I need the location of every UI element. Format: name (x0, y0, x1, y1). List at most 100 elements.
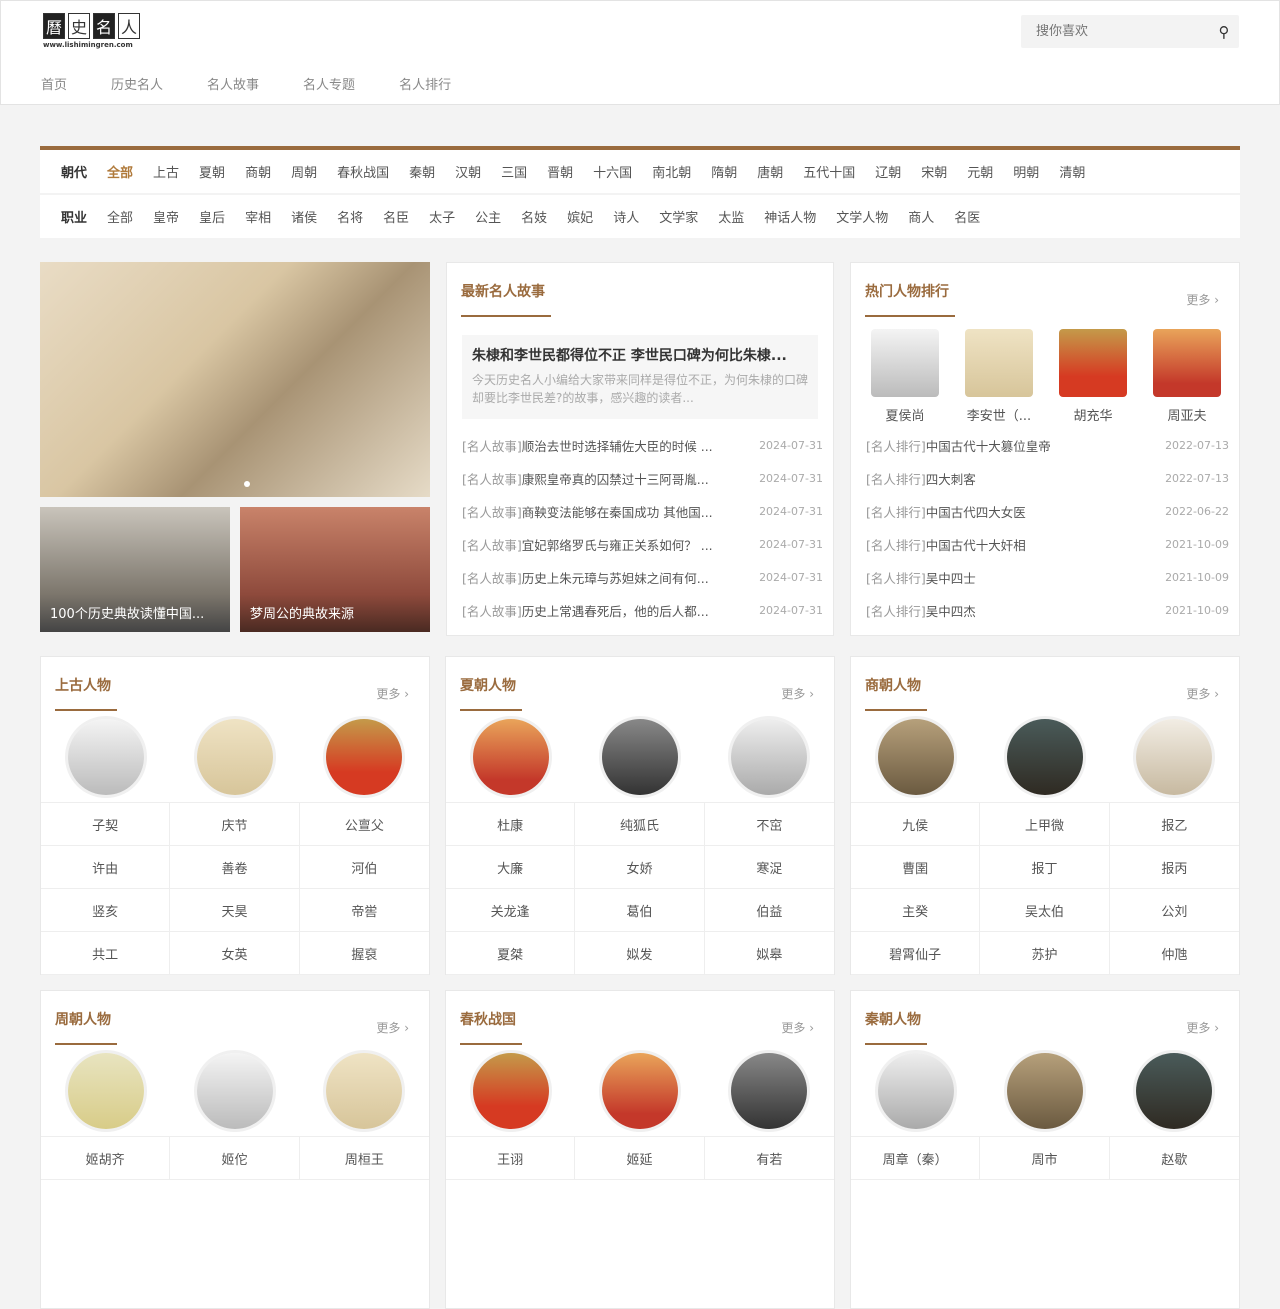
job-option[interactable]: 文学人物 (836, 207, 888, 226)
person-link[interactable]: 不窋 (704, 803, 834, 846)
item-title[interactable]: [名人故事]商鞅变法能够在秦国成功 其他国... (462, 502, 713, 521)
job-option[interactable]: 太监 (718, 207, 744, 226)
dynasty-option[interactable]: 三国 (501, 162, 527, 181)
item-text[interactable]: 吴中四士 (926, 571, 976, 586)
item-text[interactable]: 历史上常遇春死后，他的后人都... (522, 604, 709, 619)
list-item[interactable]: [名人故事]顺治去世时选择辅佐大臣的时候 ... 2024-07-31 (462, 429, 823, 462)
person-link[interactable]: 大廉 (446, 846, 576, 889)
item-title[interactable]: [名人故事]历史上常遇春死后，他的后人都... (462, 601, 709, 620)
item-text[interactable]: 中国古代四大女医 (926, 505, 1026, 520)
job-option[interactable]: 全部 (107, 207, 133, 226)
person-link[interactable]: 主癸 (851, 889, 981, 932)
item-text[interactable]: 中国古代十大奸相 (926, 538, 1026, 553)
dynasty-option[interactable]: 明朝 (1013, 162, 1039, 181)
item-text[interactable]: 四大刺客 (926, 472, 976, 487)
person-portrait[interactable] (965, 329, 1033, 397)
job-option[interactable]: 皇后 (199, 207, 225, 226)
ranking-person[interactable]: 夏侯尚 (871, 329, 939, 424)
job-option[interactable]: 商人 (908, 207, 934, 226)
dynasty-option[interactable]: 上古 (153, 162, 179, 181)
item-title[interactable]: [名人排行]吴中四士 (866, 568, 976, 587)
person-link[interactable]: 寒浞 (704, 846, 834, 889)
thumb-story[interactable]: 梦周公的典故来源 (240, 507, 430, 632)
dynasty-option[interactable]: 春秋战国 (337, 162, 389, 181)
search-input[interactable] (1021, 24, 1209, 39)
person-link[interactable]: 苏护 (980, 932, 1110, 975)
more-link[interactable]: 更多 › (781, 685, 814, 702)
item-title[interactable]: [名人排行]中国古代十大篡位皇帝 (866, 436, 1051, 455)
person-link[interactable]: 纯狐氏 (575, 803, 705, 846)
dynasty-option[interactable]: 秦朝 (409, 162, 435, 181)
list-item[interactable]: [名人排行]中国古代四大女医 2022-06-22 (866, 495, 1229, 528)
more-link[interactable]: 更多 › (1186, 291, 1219, 308)
dynasty-option[interactable]: 汉朝 (455, 162, 481, 181)
person-link[interactable]: 报丁 (980, 846, 1110, 889)
job-option[interactable]: 皇帝 (153, 207, 179, 226)
person-link[interactable]: 报丙 (1109, 846, 1239, 889)
job-option[interactable]: 名臣 (383, 207, 409, 226)
person-avatar[interactable] (877, 719, 954, 795)
featured-story[interactable]: 朱棣和李世民都得位不正 李世民口碑为何比朱棣... 今天历史名人小编给大家带来同… (462, 335, 818, 419)
person-link[interactable]: 仲虺 (1109, 932, 1239, 975)
list-item[interactable]: [名人排行]四大刺客 2022-07-13 (866, 462, 1229, 495)
person-link[interactable]: 姬胡齐 (41, 1137, 171, 1180)
nav-item[interactable]: 历史名人 (111, 74, 163, 93)
person-portrait[interactable] (871, 329, 939, 397)
item-text[interactable]: 宜妃郭络罗氏与雍正关系如何？ ... (522, 538, 713, 553)
person-link[interactable]: 子契 (41, 803, 171, 846)
person-avatar[interactable] (67, 1053, 144, 1129)
person-link[interactable]: 善卷 (170, 846, 300, 889)
item-text[interactable]: 历史上朱元璋与苏妲妹之间有何... (522, 571, 709, 586)
person-link[interactable]: 握裒 (299, 932, 429, 975)
more-link[interactable]: 更多 › (1186, 685, 1219, 702)
person-link[interactable]: 有若 (704, 1137, 834, 1180)
item-title[interactable]: [名人故事]康熙皇帝真的囚禁过十三阿哥胤... (462, 469, 709, 488)
dynasty-option[interactable]: 隋朝 (711, 162, 737, 181)
job-option[interactable]: 名医 (954, 207, 980, 226)
person-link[interactable]: 曹圉 (851, 846, 981, 889)
person-link[interactable]: 赵歇 (1109, 1137, 1239, 1180)
ranking-person[interactable]: 胡充华 (1059, 329, 1127, 424)
item-text[interactable]: 顺治去世时选择辅佐大臣的时候 ... (522, 439, 713, 454)
person-avatar[interactable] (67, 719, 144, 795)
person-link[interactable]: 九侯 (851, 803, 981, 846)
dynasty-option[interactable]: 商朝 (245, 162, 271, 181)
person-portrait[interactable] (1153, 329, 1221, 397)
dynasty-option[interactable]: 周朝 (291, 162, 317, 181)
person-link[interactable]: 姒皋 (704, 932, 834, 975)
person-link[interactable]: 报乙 (1109, 803, 1239, 846)
more-link[interactable]: 更多 › (781, 1019, 814, 1036)
job-option[interactable]: 嫔妃 (567, 207, 593, 226)
person-link[interactable]: 吴太伯 (980, 889, 1110, 932)
job-option[interactable]: 神话人物 (764, 207, 816, 226)
person-link[interactable]: 庆节 (170, 803, 300, 846)
list-item[interactable]: [名人故事]历史上常遇春死后，他的后人都... 2024-07-31 (462, 594, 823, 627)
person-link[interactable]: 周市 (980, 1137, 1110, 1180)
person-link[interactable]: 许由 (41, 846, 171, 889)
dynasty-option[interactable]: 全部 (107, 162, 133, 181)
dynasty-option[interactable]: 元朝 (967, 162, 993, 181)
person-link[interactable]: 帝喾 (299, 889, 429, 932)
ranking-person[interactable]: 李安世（... (965, 329, 1033, 424)
person-avatar[interactable] (196, 1053, 273, 1129)
item-title[interactable]: [名人故事]历史上朱元璋与苏妲妹之间有何... (462, 568, 709, 587)
nav-item[interactable]: 名人故事 (207, 74, 259, 93)
item-title[interactable]: [名人排行]吴中四杰 (866, 601, 976, 620)
person-name[interactable]: 夏侯尚 (871, 405, 939, 424)
person-link[interactable]: 上甲微 (980, 803, 1110, 846)
person-avatar[interactable] (1006, 719, 1083, 795)
person-link[interactable]: 姬佗 (170, 1137, 300, 1180)
more-link[interactable]: 更多 › (376, 685, 409, 702)
dynasty-option[interactable]: 南北朝 (652, 162, 691, 181)
list-item[interactable]: [名人排行]中国古代十大奸相 2021-10-09 (866, 528, 1229, 561)
job-option[interactable]: 太子 (429, 207, 455, 226)
item-title[interactable]: [名人排行]四大刺客 (866, 469, 976, 488)
more-link[interactable]: 更多 › (376, 1019, 409, 1036)
person-name[interactable]: 胡充华 (1059, 405, 1127, 424)
search-icon[interactable]: ⚲ (1209, 23, 1239, 41)
nav-item[interactable]: 首页 (41, 74, 67, 93)
job-option[interactable]: 公主 (475, 207, 501, 226)
list-item[interactable]: [名人故事]宜妃郭络罗氏与雍正关系如何？ ... 2024-07-31 (462, 528, 823, 561)
list-item[interactable]: [名人排行]吴中四士 2021-10-09 (866, 561, 1229, 594)
person-avatar[interactable] (731, 719, 808, 795)
